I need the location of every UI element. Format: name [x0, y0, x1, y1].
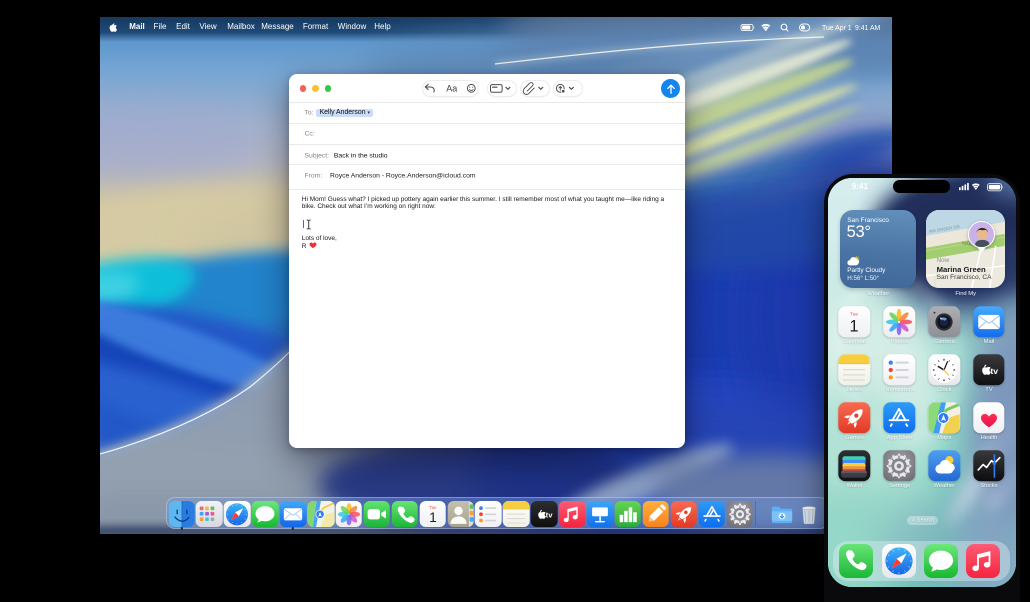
svg-text:tv: tv [990, 366, 998, 376]
svg-text:9:41 AM: 9:41 AM [855, 25, 881, 32]
svg-text:1: 1 [850, 317, 859, 335]
svg-text:1: 1 [429, 510, 437, 525]
svg-text:Tue Apr 1: Tue Apr 1 [822, 25, 852, 32]
svg-text:Aa: Aa [446, 84, 457, 94]
svg-text:tv: tv [546, 511, 554, 520]
svg-text:Tue: Tue [851, 311, 859, 316]
